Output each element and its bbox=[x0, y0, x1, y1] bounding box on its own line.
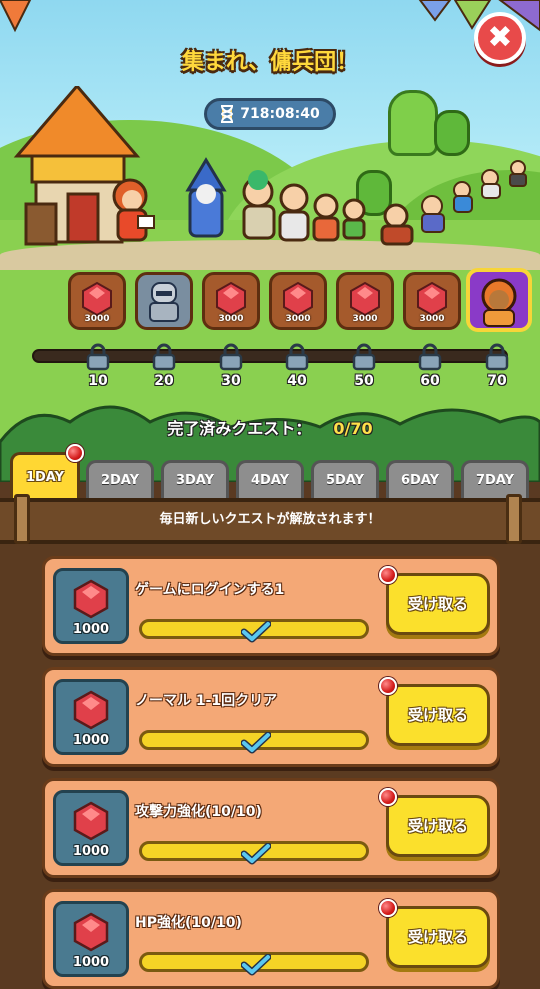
reward-gem[interactable]: 3000 bbox=[403, 272, 461, 330]
knight-icon bbox=[149, 282, 179, 322]
merchant-girl bbox=[108, 176, 158, 254]
notification-dot bbox=[379, 677, 397, 695]
milestone-rewards: 3000 3000 3000 3000 3000 bbox=[66, 268, 536, 332]
banner-post-left bbox=[14, 494, 30, 544]
lock-icon bbox=[351, 343, 377, 371]
tab-label: 1DAY bbox=[25, 470, 65, 485]
quest-reward-icon: 1000 bbox=[53, 901, 129, 977]
notification-dot bbox=[379, 788, 397, 806]
bunting-flags bbox=[0, 0, 540, 33]
timer-text: 718:08:40 bbox=[240, 106, 320, 122]
gem-icon bbox=[73, 690, 109, 730]
gem-icon bbox=[73, 579, 109, 619]
reward-gem[interactable]: 3000 bbox=[68, 272, 126, 330]
reward-amount: 3000 bbox=[218, 314, 244, 324]
quest-reward-amount: 1000 bbox=[72, 844, 110, 859]
reward-gem[interactable]: 3000 bbox=[269, 272, 327, 330]
lock-icon bbox=[218, 343, 244, 371]
quest-card: 1000 攻撃力強化(10/10) 受け取る bbox=[42, 778, 500, 878]
reward-hero-knight[interactable] bbox=[135, 272, 193, 330]
completed-quests: 完了済みクエスト： 0/70 bbox=[0, 415, 540, 439]
quest-reward-amount: 1000 bbox=[72, 622, 110, 637]
tab-label: 4DAY bbox=[250, 473, 290, 488]
quest-reward-amount: 1000 bbox=[72, 733, 110, 748]
notification-dot bbox=[66, 444, 84, 462]
tab-label: 2DAY bbox=[100, 473, 140, 488]
lock-icon bbox=[151, 343, 177, 371]
info-banner: 毎日新しいクエストが解放されます！ bbox=[0, 498, 540, 544]
claim-button[interactable]: 受け取る bbox=[386, 573, 490, 635]
lock-icon bbox=[85, 343, 111, 371]
reward-amount: 3000 bbox=[84, 314, 110, 324]
day-tabs: 1DAY 2DAY 3DAY 4DAY 5DAY 6DAY 7DAY bbox=[10, 444, 540, 500]
banner-text: 毎日新しいクエストが解放されます！ bbox=[159, 512, 381, 527]
claim-button[interactable]: 受け取る bbox=[386, 906, 490, 968]
close-icon: ✖ bbox=[487, 20, 513, 55]
tab-5day[interactable]: 5DAY bbox=[311, 460, 379, 498]
lock-icon bbox=[284, 343, 310, 371]
page-title: 集まれ、傭兵団！ bbox=[181, 50, 359, 75]
reward-gem[interactable]: 3000 bbox=[336, 272, 394, 330]
gem-icon bbox=[73, 801, 109, 841]
quest-title: 攻撃力強化(10/10) bbox=[135, 804, 262, 820]
claim-button[interactable]: 受け取る bbox=[386, 795, 490, 857]
lock-icon bbox=[484, 343, 510, 371]
quest-reward-icon: 1000 bbox=[53, 790, 129, 866]
check-icon bbox=[241, 621, 271, 643]
gem-icon bbox=[73, 912, 109, 952]
completed-label: 完了済みクエスト： bbox=[167, 419, 312, 438]
adventurer-party bbox=[185, 157, 527, 246]
quest-reward-icon: 1000 bbox=[53, 568, 129, 644]
completed-value: 0/70 bbox=[333, 419, 373, 438]
lock-icon bbox=[417, 343, 443, 371]
hourglass-icon bbox=[221, 105, 234, 123]
reward-hero-purple[interactable] bbox=[466, 268, 532, 332]
tab-7day[interactable]: 7DAY bbox=[461, 460, 529, 498]
close-button[interactable]: ✖ bbox=[474, 12, 526, 64]
tab-3day[interactable]: 3DAY bbox=[161, 460, 229, 498]
reward-amount: 3000 bbox=[285, 314, 311, 324]
notification-dot bbox=[379, 566, 397, 584]
quest-title: ゲームにログインする1 bbox=[135, 582, 285, 598]
claim-button[interactable]: 受け取る bbox=[386, 684, 490, 746]
check-icon bbox=[241, 732, 271, 754]
quest-title: ノーマル 1-1回クリア bbox=[135, 693, 278, 709]
tab-label: 6DAY bbox=[400, 473, 440, 488]
quest-reward-icon: 1000 bbox=[53, 679, 129, 755]
hero-portrait-icon bbox=[481, 278, 517, 327]
tab-6day[interactable]: 6DAY bbox=[386, 460, 454, 498]
notification-dot bbox=[379, 899, 397, 917]
tab-4day[interactable]: 4DAY bbox=[236, 460, 304, 498]
banner-post-right bbox=[506, 494, 522, 544]
tab-label: 7DAY bbox=[475, 473, 515, 488]
quest-card: 1000 HP強化(10/10) 受け取る bbox=[42, 889, 500, 989]
tab-label: 5DAY bbox=[325, 473, 365, 488]
check-icon bbox=[241, 843, 271, 865]
quest-card: 1000 ゲームにログインする1 受け取る bbox=[42, 556, 500, 656]
quest-card: 1000 ノーマル 1-1回クリア 受け取る bbox=[42, 667, 500, 767]
reward-gem[interactable]: 3000 bbox=[202, 272, 260, 330]
quest-title: HP強化(10/10) bbox=[135, 915, 242, 931]
check-icon bbox=[241, 954, 271, 976]
reward-amount: 3000 bbox=[352, 314, 378, 324]
event-timer: 718:08:40 bbox=[204, 98, 336, 130]
tab-2day[interactable]: 2DAY bbox=[86, 460, 154, 498]
reward-amount: 3000 bbox=[419, 314, 445, 324]
quest-reward-amount: 1000 bbox=[72, 955, 110, 970]
tab-label: 3DAY bbox=[175, 473, 215, 488]
